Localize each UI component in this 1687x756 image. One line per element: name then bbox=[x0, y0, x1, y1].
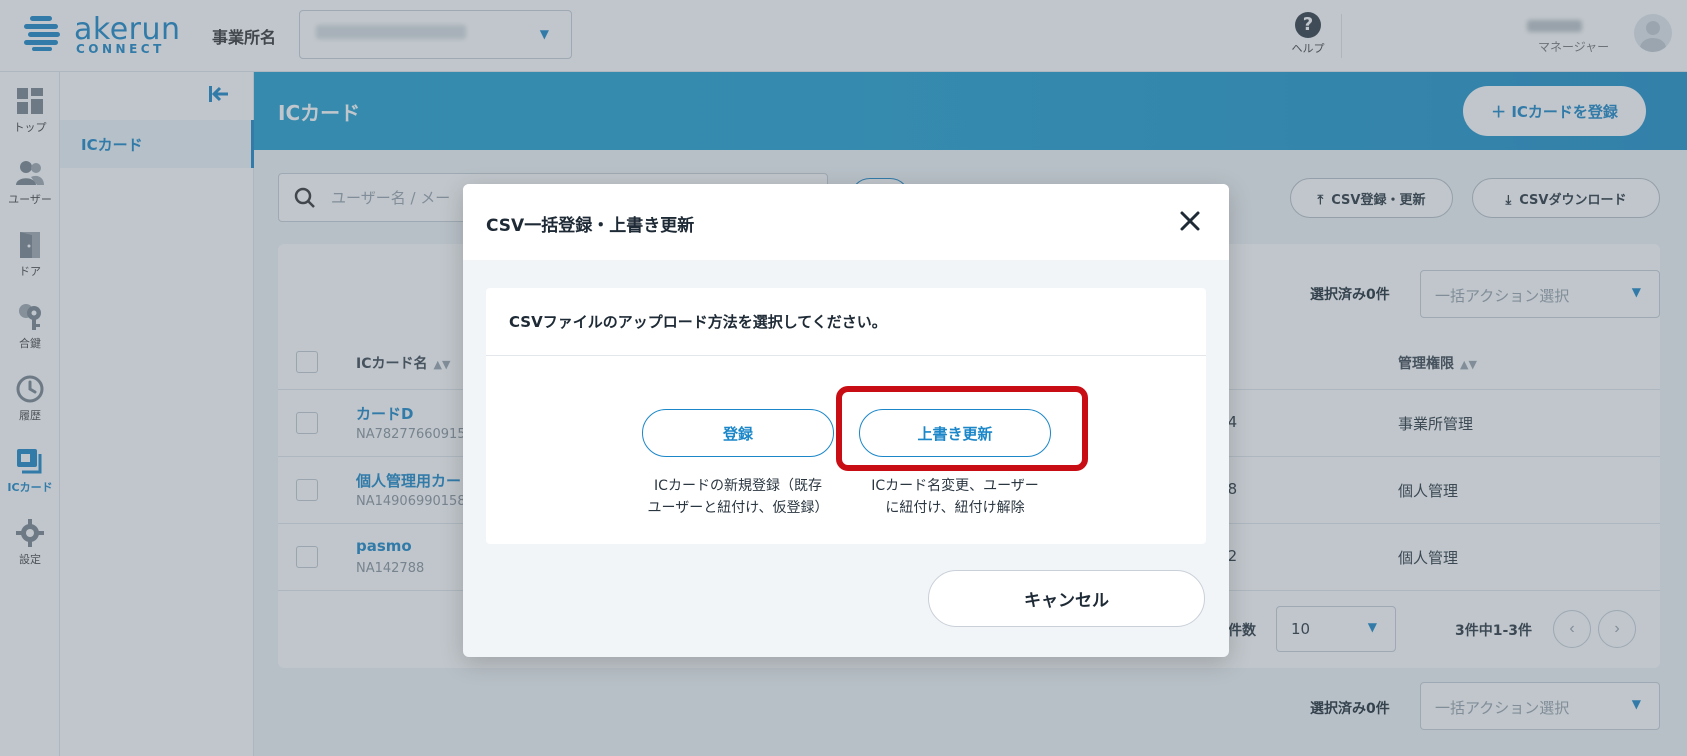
register-button[interactable]: 登録 bbox=[642, 409, 834, 457]
modal-header: CSV一括登録・上書き更新 bbox=[463, 184, 1229, 260]
overwrite-description: ICカード名変更、ユーザー に紐付け、紐付け解除 bbox=[871, 478, 1039, 516]
cancel-button[interactable]: キャンセル bbox=[928, 570, 1205, 627]
close-button[interactable] bbox=[1175, 206, 1205, 236]
close-icon bbox=[1180, 211, 1200, 231]
upload-method-prompt: CSVファイルのアップロード方法を選択してください。 bbox=[509, 313, 887, 331]
highlight-annotation bbox=[836, 386, 1088, 471]
upload-method-header: CSVファイルのアップロード方法を選択してください。 bbox=[486, 288, 1206, 356]
register-description: ICカードの新規登録（既存 ユーザーと紐付け、仮登録） bbox=[647, 478, 829, 516]
modal-title: CSV一括登録・上書き更新 bbox=[486, 216, 695, 236]
